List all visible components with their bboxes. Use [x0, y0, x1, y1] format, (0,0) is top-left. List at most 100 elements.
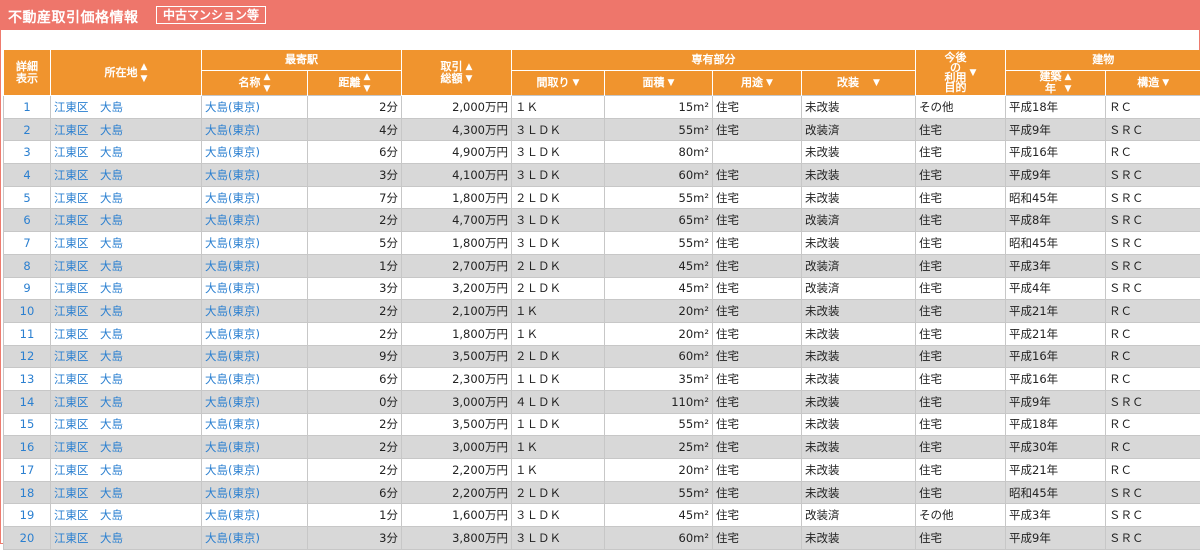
- row-location-link[interactable]: 江東区 大島: [51, 96, 202, 119]
- row-distance: 2分: [308, 322, 402, 345]
- row-station-link[interactable]: 大島(東京): [202, 118, 308, 141]
- row-station-link[interactable]: 大島(東京): [202, 390, 308, 413]
- row-station-link[interactable]: 大島(東京): [202, 368, 308, 391]
- row-station-link[interactable]: 大島(東京): [202, 504, 308, 527]
- row-use: 住宅: [713, 436, 802, 459]
- row-location-link[interactable]: 江東区 大島: [51, 277, 202, 300]
- row-location-link[interactable]: 江東区 大島: [51, 345, 202, 368]
- row-layout: ３ＬＤＫ: [512, 209, 605, 232]
- row-location-link[interactable]: 江東区 大島: [51, 322, 202, 345]
- row-detail-link[interactable]: 3: [4, 141, 51, 164]
- table-row: 9江東区 大島大島(東京)3分3,200万円２ＬＤＫ45m²住宅改装済住宅平成4…: [4, 277, 1200, 300]
- row-detail-link[interactable]: 5: [4, 186, 51, 209]
- row-location-link[interactable]: 江東区 大島: [51, 413, 202, 436]
- table-row: 10江東区 大島大島(東京)2分2,100万円１Ｋ20m²住宅未改装住宅平成21…: [4, 300, 1200, 323]
- row-station-link[interactable]: 大島(東京): [202, 96, 308, 119]
- row-station-link[interactable]: 大島(東京): [202, 254, 308, 277]
- distance-header[interactable]: 距離▲▼: [308, 71, 402, 96]
- row-location-link[interactable]: 江東区 大島: [51, 164, 202, 187]
- row-price: 4,300万円: [402, 118, 512, 141]
- transactions-table: 詳細 表示 所在地▲▼ 最寄駅 取引 総額▲▼ 専有部分 今後 の 利用 目的▼…: [3, 50, 1200, 550]
- row-detail-link[interactable]: 17: [4, 459, 51, 482]
- row-station-link[interactable]: 大島(東京): [202, 413, 308, 436]
- row-layout: ２ＬＤＫ: [512, 277, 605, 300]
- row-location-link[interactable]: 江東区 大島: [51, 504, 202, 527]
- layout-header[interactable]: 間取り▼: [512, 71, 605, 96]
- row-use: 住宅: [713, 413, 802, 436]
- row-station-link[interactable]: 大島(東京): [202, 164, 308, 187]
- row-location-link[interactable]: 江東区 大島: [51, 527, 202, 550]
- use-header[interactable]: 用途▼: [713, 71, 802, 96]
- row-built-year: 平成3年: [1006, 504, 1106, 527]
- built-year-header[interactable]: 建築 年▲▼: [1006, 71, 1106, 96]
- row-station-link[interactable]: 大島(東京): [202, 209, 308, 232]
- row-use: 住宅: [713, 209, 802, 232]
- row-detail-link[interactable]: 18: [4, 481, 51, 504]
- row-station-link[interactable]: 大島(東京): [202, 277, 308, 300]
- row-built-year: 平成9年: [1006, 118, 1106, 141]
- row-station-link[interactable]: 大島(東京): [202, 232, 308, 255]
- row-station-link[interactable]: 大島(東京): [202, 322, 308, 345]
- row-station-link[interactable]: 大島(東京): [202, 186, 308, 209]
- row-station-link[interactable]: 大島(東京): [202, 481, 308, 504]
- renovation-header[interactable]: 改装▼: [802, 71, 916, 96]
- row-use: 住宅: [713, 345, 802, 368]
- layout-header-label: 間取り: [537, 76, 570, 89]
- row-detail-link[interactable]: 20: [4, 527, 51, 550]
- row-detail-link[interactable]: 4: [4, 164, 51, 187]
- row-area: 45m²: [605, 504, 713, 527]
- location-header[interactable]: 所在地▲▼: [51, 50, 202, 96]
- row-detail-link[interactable]: 6: [4, 209, 51, 232]
- row-price: 3,000万円: [402, 390, 512, 413]
- row-renovation: 未改装: [802, 345, 916, 368]
- row-detail-link[interactable]: 2: [4, 118, 51, 141]
- row-location-link[interactable]: 江東区 大島: [51, 300, 202, 323]
- row-location-link[interactable]: 江東区 大島: [51, 254, 202, 277]
- row-detail-link[interactable]: 15: [4, 413, 51, 436]
- row-station-link[interactable]: 大島(東京): [202, 436, 308, 459]
- row-station-link[interactable]: 大島(東京): [202, 141, 308, 164]
- station-name-header[interactable]: 名称▲▼: [202, 71, 308, 96]
- row-station-link[interactable]: 大島(東京): [202, 300, 308, 323]
- row-location-link[interactable]: 江東区 大島: [51, 232, 202, 255]
- row-area: 60m²: [605, 164, 713, 187]
- row-location-link[interactable]: 江東区 大島: [51, 209, 202, 232]
- row-detail-link[interactable]: 10: [4, 300, 51, 323]
- row-detail-link[interactable]: 7: [4, 232, 51, 255]
- total-header[interactable]: 取引 総額▲▼: [402, 50, 512, 96]
- row-location-link[interactable]: 江東区 大島: [51, 459, 202, 482]
- row-price: 3,500万円: [402, 345, 512, 368]
- row-location-link[interactable]: 江東区 大島: [51, 118, 202, 141]
- row-detail-link[interactable]: 12: [4, 345, 51, 368]
- row-station-link[interactable]: 大島(東京): [202, 459, 308, 482]
- built-year-header-label: 建築 年: [1040, 71, 1062, 95]
- row-detail-link[interactable]: 8: [4, 254, 51, 277]
- row-detail-link[interactable]: 13: [4, 368, 51, 391]
- row-location-link[interactable]: 江東区 大島: [51, 436, 202, 459]
- row-location-link[interactable]: 江東区 大島: [51, 186, 202, 209]
- area-header[interactable]: 面積▼: [605, 71, 713, 96]
- row-detail-link[interactable]: 16: [4, 436, 51, 459]
- row-detail-link[interactable]: 1: [4, 96, 51, 119]
- table-row: 15江東区 大島大島(東京)2分3,500万円１ＬＤＫ55m²住宅未改装住宅平成…: [4, 413, 1200, 436]
- row-detail-link[interactable]: 19: [4, 504, 51, 527]
- row-area: 20m²: [605, 300, 713, 323]
- future-use-header[interactable]: 今後 の 利用 目的▼: [916, 50, 1006, 96]
- row-detail-link[interactable]: 9: [4, 277, 51, 300]
- row-location-link[interactable]: 江東区 大島: [51, 390, 202, 413]
- row-renovation: 未改装: [802, 300, 916, 323]
- row-built-year: 平成8年: [1006, 209, 1106, 232]
- structure-header[interactable]: 構造▼: [1106, 71, 1200, 96]
- row-location-link[interactable]: 江東区 大島: [51, 141, 202, 164]
- sort-up-down-icon: ▲▼: [466, 61, 473, 85]
- row-station-link[interactable]: 大島(東京): [202, 345, 308, 368]
- row-station-link[interactable]: 大島(東京): [202, 527, 308, 550]
- row-location-link[interactable]: 江東区 大島: [51, 368, 202, 391]
- row-location-link[interactable]: 江東区 大島: [51, 481, 202, 504]
- structure-header-label: 構造: [1137, 76, 1159, 89]
- row-built-year: 昭和45年: [1006, 186, 1106, 209]
- row-layout: １Ｋ: [512, 459, 605, 482]
- sort-down-icon: ▼: [873, 77, 880, 89]
- row-detail-link[interactable]: 14: [4, 390, 51, 413]
- row-detail-link[interactable]: 11: [4, 322, 51, 345]
